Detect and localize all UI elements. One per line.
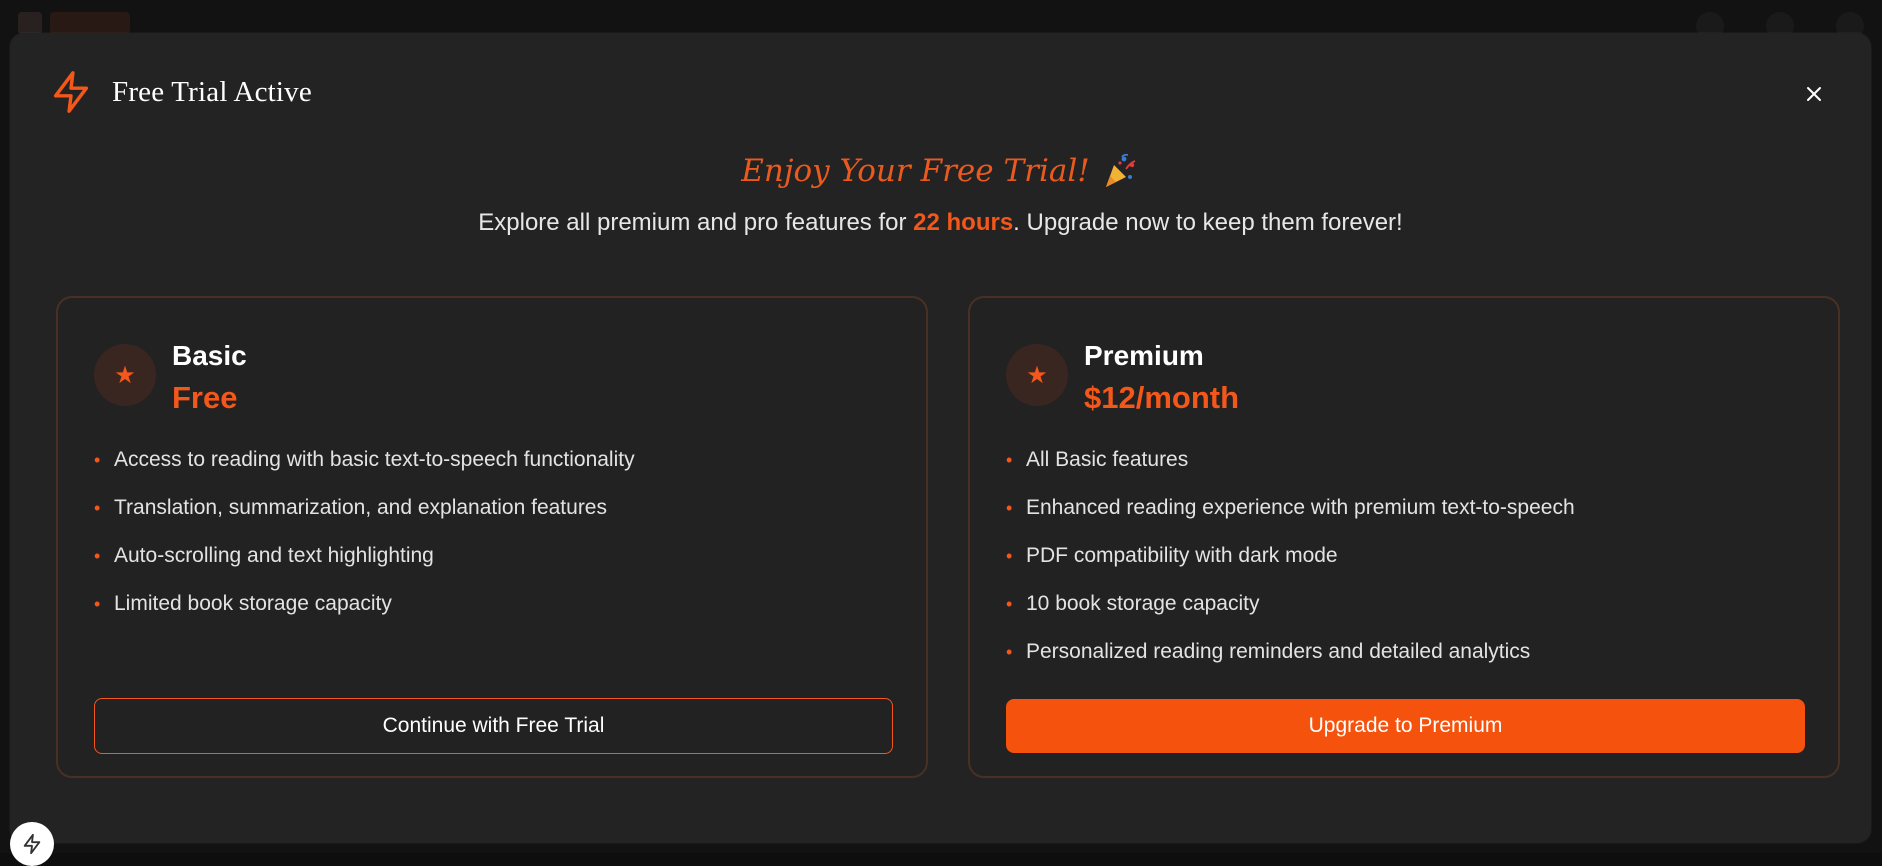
list-item: • Personalized reading reminders and deta…: [1006, 640, 1575, 688]
list-item: • 10 book storage capacity: [1006, 592, 1575, 640]
background-app-logo: [18, 12, 158, 34]
plan-feature-list: • Access to reading with basic text-to-sp…: [94, 448, 635, 640]
feature-text: Enhanced reading experience with premium…: [1026, 496, 1575, 519]
modal-title: Free Trial Active: [112, 75, 312, 108]
bolt-icon: [53, 71, 89, 113]
bullet-dot-icon: •: [1006, 450, 1013, 470]
hero-subtitle-start: Explore all premium and pro features for: [478, 209, 914, 236]
bullet-dot-icon: •: [1006, 594, 1013, 614]
trial-hero: Enjoy Your Free Trial! Explore all premi…: [10, 151, 1871, 237]
modal-header: Free Trial Active: [48, 69, 312, 115]
trial-hours-remaining: 22 hours: [913, 209, 1014, 236]
list-item: • All Basic features: [1006, 448, 1575, 496]
close-button[interactable]: [1797, 77, 1831, 111]
plan-feature-list: • All Basic features • Enhanced reading ex…: [1006, 448, 1575, 688]
party-popper-icon: [1105, 153, 1136, 187]
feature-text: Translation, summarization, and explanat…: [114, 496, 607, 519]
plan-card-basic: ★ Basic Free • Access to reading with bas…: [56, 296, 928, 778]
feature-text: Auto-scrolling and text highlighting: [114, 544, 434, 567]
hero-title-row: Enjoy Your Free Trial!: [741, 151, 1139, 191]
bullet-dot-icon: •: [1006, 642, 1013, 662]
star-icon: ★: [1026, 361, 1048, 389]
bullet-dot-icon: •: [94, 498, 101, 518]
bolt-icon: [23, 833, 41, 855]
hero-subtitle-end: . Upgrade now to keep them forever!: [1013, 209, 1403, 236]
list-item: • Limited book storage capacity: [94, 592, 635, 640]
list-item: • PDF compatibility with dark mode: [1006, 544, 1575, 592]
close-icon: [1807, 87, 1821, 101]
floating-assistant-button[interactable]: [10, 822, 54, 866]
plan-header: ★ Basic Free: [94, 340, 247, 416]
hero-title: Enjoy Your Free Trial!: [741, 153, 1090, 189]
feature-text: Access to reading with basic text-to-spe…: [114, 448, 635, 471]
list-item: • Enhanced reading experience with premiu…: [1006, 496, 1575, 544]
feature-text: 10 book storage capacity: [1026, 592, 1260, 615]
plan-name: Basic: [172, 340, 247, 371]
bullet-dot-icon: •: [94, 546, 101, 566]
plan-price: $12/month: [1084, 380, 1240, 415]
continue-free-trial-button[interactable]: Continue with Free Trial: [94, 698, 893, 754]
plan-name: Premium: [1084, 340, 1204, 371]
plan-price: Free: [172, 380, 238, 415]
feature-text: Personalized reading reminders and detai…: [1026, 640, 1531, 663]
list-item: • Translation, summarization, and explana…: [94, 496, 635, 544]
feature-text: All Basic features: [1026, 448, 1189, 471]
hero-subtitle: Explore all premium and pro features for…: [10, 209, 1871, 237]
bullet-dot-icon: •: [94, 594, 101, 614]
bullet-dot-icon: •: [1006, 546, 1013, 566]
star-icon: ★: [114, 361, 136, 389]
bullet-dot-icon: •: [94, 450, 101, 470]
plan-star-badge: ★: [1006, 344, 1068, 406]
plan-header: ★ Premium $12/month: [1006, 340, 1239, 416]
plan-card-premium: ★ Premium $12/month • All Basic features …: [968, 296, 1840, 778]
feature-text: Limited book storage capacity: [114, 592, 392, 615]
upgrade-to-premium-button[interactable]: Upgrade to Premium: [1006, 699, 1805, 753]
free-trial-modal: Free Trial Active Enjoy Your Free Trial!…: [10, 33, 1871, 843]
plan-star-badge: ★: [94, 344, 156, 406]
feature-text: PDF compatibility with dark mode: [1026, 544, 1338, 567]
bullet-dot-icon: •: [1006, 498, 1013, 518]
list-item: • Auto-scrolling and text highlighting: [94, 544, 635, 592]
list-item: • Access to reading with basic text-to-sp…: [94, 448, 635, 496]
